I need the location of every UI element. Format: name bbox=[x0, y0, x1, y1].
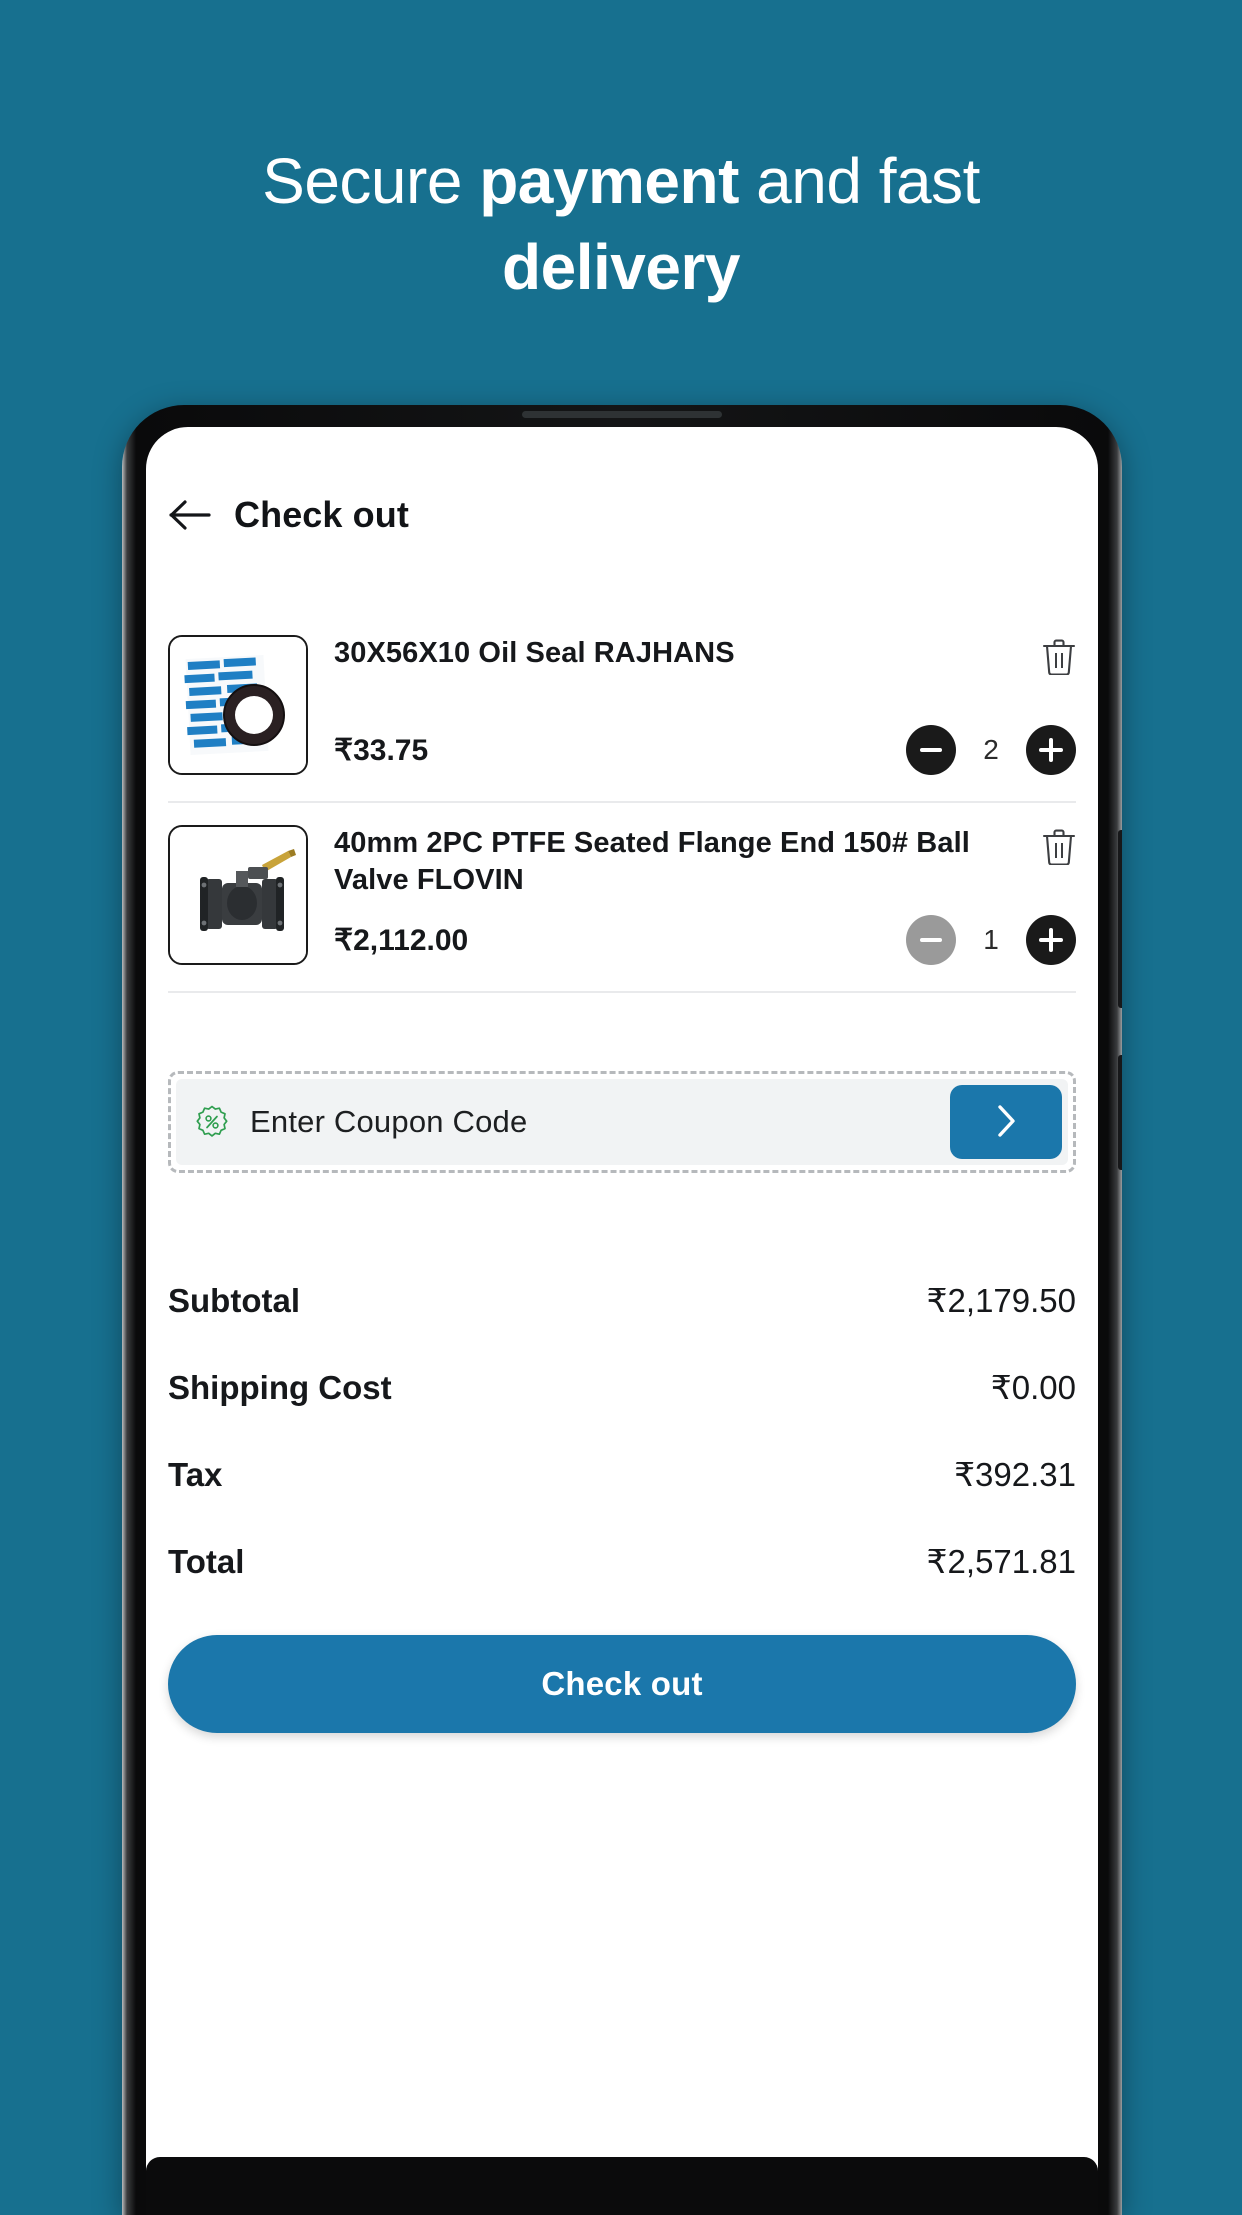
summary-value: ₹2,179.50 bbox=[926, 1282, 1076, 1319]
promo-line1-pre: Secure bbox=[262, 145, 480, 217]
phone-mockup: Check out 30X56X10 Oil Seal RAJHANS ₹33.… bbox=[122, 405, 1122, 2215]
quantity-stepper: 2 bbox=[906, 725, 1076, 775]
plus-icon bbox=[1039, 928, 1063, 952]
summary-label: Shipping Cost bbox=[168, 1369, 392, 1406]
minus-icon bbox=[920, 938, 942, 942]
trash-icon[interactable] bbox=[1042, 827, 1076, 866]
order-summary: Subtotal ₹2,179.50 Shipping Cost ₹0.00 T… bbox=[168, 1257, 1076, 1605]
ball-valve-product-image[interactable] bbox=[168, 825, 308, 965]
coupon-input[interactable] bbox=[248, 1103, 932, 1141]
phone-screen: Check out 30X56X10 Oil Seal RAJHANS ₹33.… bbox=[146, 427, 1098, 2215]
cart-item-details: 30X56X10 Oil Seal RAJHANS ₹33.75 2 bbox=[334, 635, 1076, 775]
cart-item-details: 40mm 2PC PTFE Seated Flange End 150# Bal… bbox=[334, 825, 1076, 965]
decrement-quantity-button[interactable] bbox=[906, 725, 956, 775]
volume-button bbox=[1118, 830, 1122, 1008]
page-title: Check out bbox=[234, 494, 409, 535]
quantity-stepper: 1 bbox=[906, 915, 1076, 965]
summary-label: Subtotal bbox=[168, 1282, 300, 1319]
summary-row-tax: Tax ₹392.31 bbox=[168, 1431, 1076, 1518]
power-button bbox=[1118, 1055, 1122, 1170]
trash-icon[interactable] bbox=[1042, 637, 1076, 676]
product-price: ₹2,112.00 bbox=[334, 923, 469, 957]
summary-row-total: Total ₹2,571.81 bbox=[168, 1518, 1076, 1605]
checkout-button[interactable]: Check out bbox=[168, 1635, 1076, 1733]
product-name: 40mm 2PC PTFE Seated Flange End 150# Bal… bbox=[334, 827, 970, 896]
promo-headline: Secure payment and fast delivery bbox=[0, 138, 1242, 310]
promo-line1-bold: payment bbox=[479, 145, 739, 217]
coupon-field-group bbox=[176, 1079, 1068, 1165]
system-navigation-bar bbox=[146, 2157, 1098, 2215]
summary-row-shipping: Shipping Cost ₹0.00 bbox=[168, 1344, 1076, 1431]
apply-coupon-button[interactable] bbox=[950, 1085, 1062, 1159]
increment-quantity-button[interactable] bbox=[1026, 915, 1076, 965]
summary-label: Total bbox=[168, 1543, 245, 1580]
promo-line2: delivery bbox=[502, 231, 740, 303]
oil-seal-product-image[interactable] bbox=[168, 635, 308, 775]
summary-value: ₹392.31 bbox=[954, 1456, 1076, 1493]
decrement-quantity-button[interactable] bbox=[906, 915, 956, 965]
quantity-value: 2 bbox=[983, 734, 999, 765]
table-row: 40mm 2PC PTFE Seated Flange End 150# Bal… bbox=[168, 803, 1076, 993]
quantity-value: 1 bbox=[983, 924, 999, 955]
minus-icon bbox=[920, 748, 942, 752]
promo-line1-post: and fast bbox=[738, 145, 980, 217]
summary-row-subtotal: Subtotal ₹2,179.50 bbox=[168, 1257, 1076, 1344]
coupon-section bbox=[168, 1071, 1076, 1173]
table-row: 30X56X10 Oil Seal RAJHANS ₹33.75 2 bbox=[168, 613, 1076, 803]
cta-container: Check out bbox=[146, 1605, 1098, 1733]
plus-icon bbox=[1039, 738, 1063, 762]
discount-badge-icon bbox=[194, 1104, 230, 1140]
increment-quantity-button[interactable] bbox=[1026, 725, 1076, 775]
cart-list: 30X56X10 Oil Seal RAJHANS ₹33.75 2 40mm … bbox=[146, 613, 1098, 993]
product-price: ₹33.75 bbox=[334, 733, 429, 767]
app-header: Check out bbox=[146, 427, 1098, 551]
arrow-left-icon[interactable] bbox=[168, 498, 212, 532]
product-name: 30X56X10 Oil Seal RAJHANS bbox=[334, 637, 735, 669]
summary-label: Tax bbox=[168, 1456, 223, 1493]
summary-value: ₹2,571.81 bbox=[926, 1543, 1076, 1580]
summary-value: ₹0.00 bbox=[990, 1369, 1076, 1406]
chevron-right-icon bbox=[992, 1101, 1020, 1144]
